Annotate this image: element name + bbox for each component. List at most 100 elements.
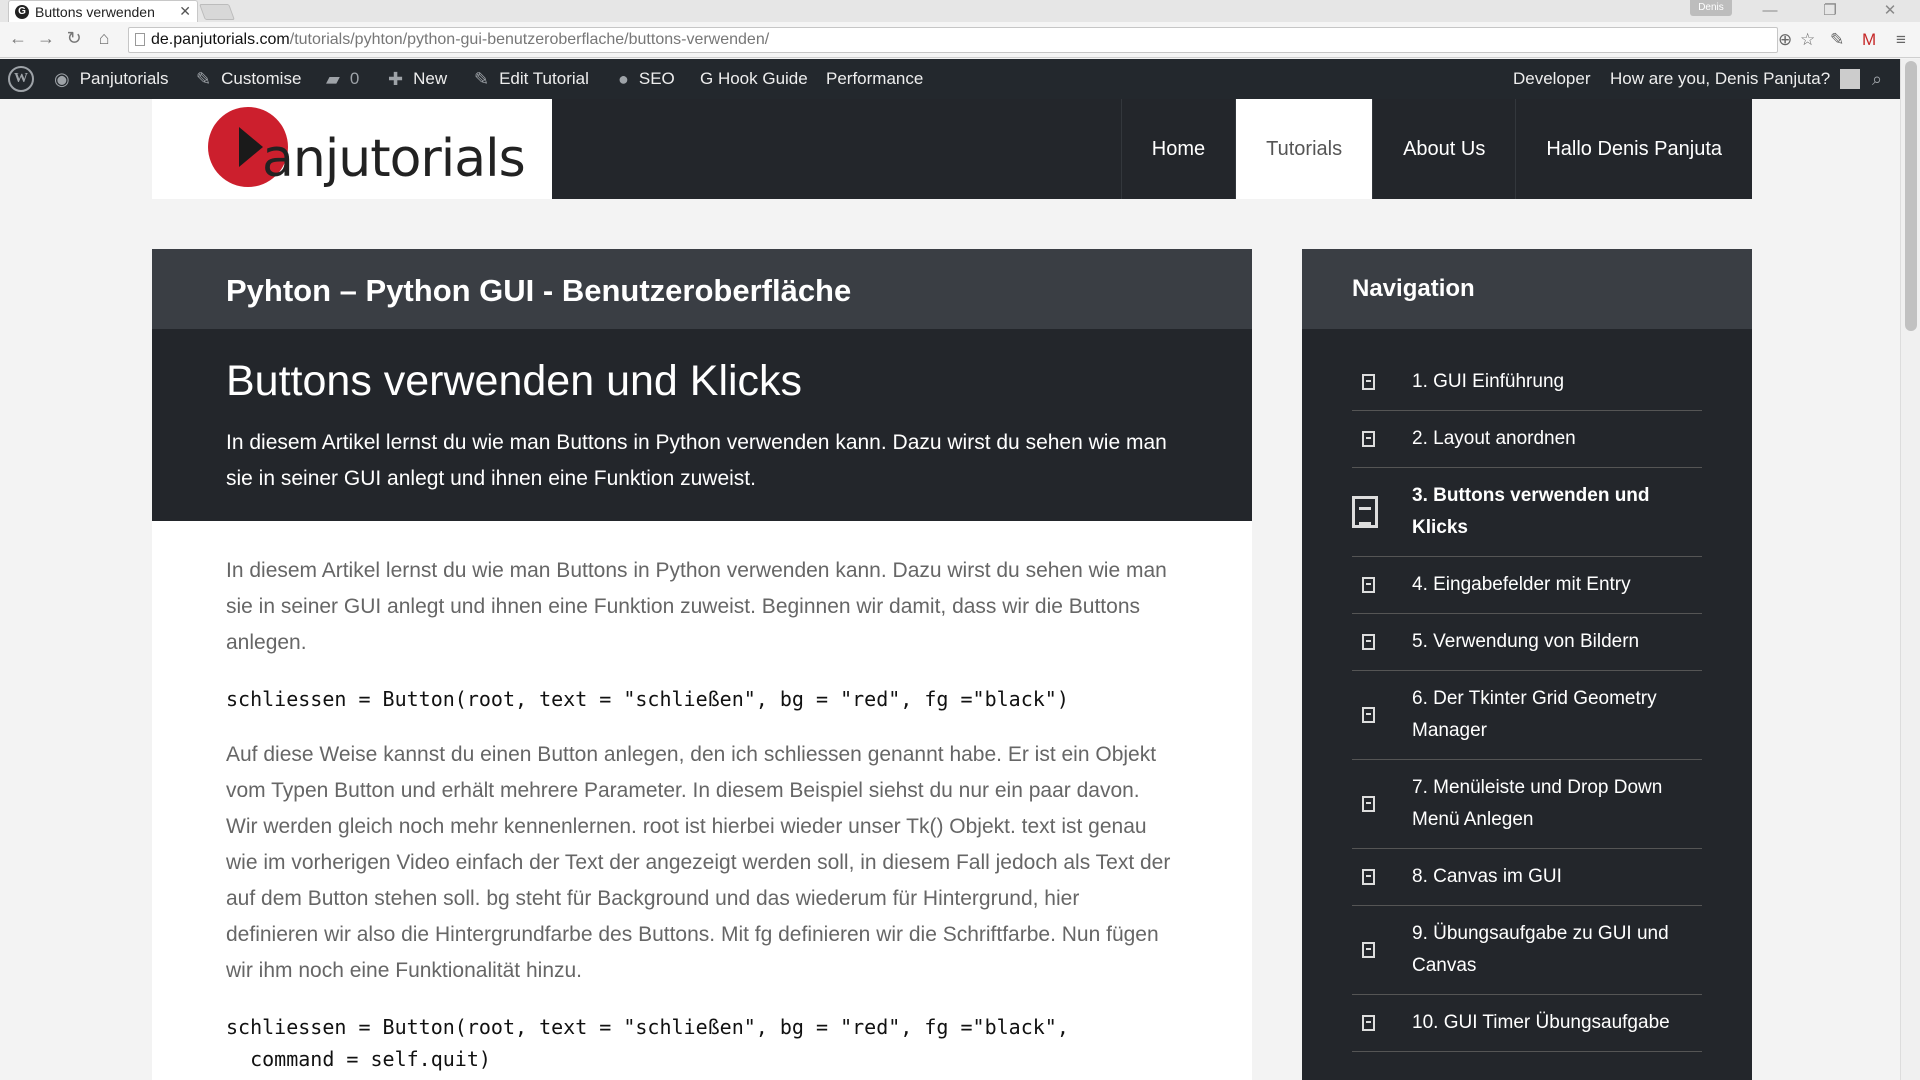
lesson-item[interactable]: 5. Verwendung von Bildern xyxy=(1352,614,1702,671)
nav-home[interactable]: Home xyxy=(1120,99,1235,199)
document-icon xyxy=(1352,496,1378,528)
lesson-label: 3. Buttons verwenden und Klicks xyxy=(1412,485,1650,538)
sidebar-header: Navigation xyxy=(1302,249,1752,329)
wp-admin-bar: W ◉ Panjutorials ✎ Customise ▰ 0 ✚ New ✎ Edit… xyxy=(0,59,1920,99)
lesson-item[interactable]: 7. Menüleiste und Drop Down Menü Anlegen xyxy=(1352,760,1702,849)
document-icon xyxy=(1362,634,1375,650)
lesson-item[interactable]: 6. Der Tkinter Grid Geometry Manager xyxy=(1352,671,1702,760)
gmail-icon[interactable]: M xyxy=(1862,30,1876,50)
forward-icon[interactable]: → xyxy=(34,28,58,49)
site-name-link[interactable]: ◉ Panjutorials xyxy=(54,59,169,99)
edit-tutorial-link[interactable]: ✎ Edit Tutorial xyxy=(474,59,589,99)
profile-chip[interactable]: Denis xyxy=(1690,0,1732,16)
seo-link[interactable]: ● SEO xyxy=(618,59,675,99)
extension-icon[interactable]: ✎ xyxy=(1830,30,1844,50)
comment-icon: ▰ xyxy=(326,68,340,89)
site-header: anjutorials Home Tutorials About Us Hall… xyxy=(152,99,1752,199)
new-content-link[interactable]: ✚ New xyxy=(388,59,447,99)
bookmark-star-icon[interactable]: ☆ xyxy=(1800,30,1815,50)
new-label: New xyxy=(413,69,448,88)
page-icon xyxy=(135,33,145,46)
page: anjutorials Home Tutorials About Us Hall… xyxy=(0,99,1900,1080)
nav-about-us[interactable]: About Us xyxy=(1372,99,1515,199)
document-icon xyxy=(1362,431,1375,447)
logo-text: anjutorials xyxy=(262,129,526,189)
reload-icon[interactable]: ↻ xyxy=(62,28,86,49)
performance-label: Performance xyxy=(826,69,924,88)
article-lead: In diesem Artikel lernst du wie man Butt… xyxy=(226,431,1167,490)
paragraph-2: Auf diese Weise kannst du einen Button a… xyxy=(226,743,1171,982)
lesson-label: 8. Canvas im GUI xyxy=(1412,866,1562,887)
tab-title: Buttons verwenden xyxy=(35,3,155,20)
code-block-1: schliessen = Button(root, text = "schlie… xyxy=(226,687,1069,711)
menu-icon[interactable]: ≡ xyxy=(1896,30,1906,50)
document-icon xyxy=(1362,374,1375,390)
article-hero: Buttons verwenden und Klicks In diesem A… xyxy=(152,329,1252,521)
nav-tutorials[interactable]: Tutorials xyxy=(1235,99,1373,199)
comments-count: 0 xyxy=(349,69,360,88)
lesson-item[interactable]: 2. Layout anordnen xyxy=(1352,411,1702,468)
new-tab-button[interactable] xyxy=(199,4,235,20)
avatar xyxy=(1840,69,1861,89)
home-icon[interactable]: ⌂ xyxy=(92,28,116,49)
greeting-label: How are you, Denis Panjuta? xyxy=(1610,69,1831,88)
hook-guide-link[interactable]: G Hook Guide xyxy=(700,59,808,99)
url-path: /tutorials/pyhton/python-gui-benutzerobe… xyxy=(289,31,770,48)
browser-tab[interactable]: G Buttons verwenden ✕ xyxy=(8,0,198,22)
dashboard-icon: ◉ xyxy=(54,68,70,89)
lesson-item[interactable]: 4. Eingabefelder mit Entry xyxy=(1352,557,1702,614)
nav-user[interactable]: Hallo Denis Panjuta xyxy=(1515,99,1752,199)
developer-label: Developer xyxy=(1513,69,1591,88)
wp-logo-button[interactable]: W xyxy=(8,59,34,99)
main-nav: Home Tutorials About Us Hallo Denis Panj… xyxy=(1120,99,1752,199)
paragraph-1: In diesem Artikel lernst du wie man Butt… xyxy=(226,559,1167,654)
account-link[interactable]: How are you, Denis Panjuta? xyxy=(1610,59,1861,99)
course-header: Pyhton – Python GUI - Benutzeroberfläche xyxy=(152,249,1252,329)
sidebar-navigation: Navigation 1. GUI Einführung 2. Layout a… xyxy=(1302,249,1752,1080)
lesson-item[interactable]: 9. Übungsaufgabe zu GUI und Canvas xyxy=(1352,906,1702,995)
document-icon xyxy=(1362,796,1375,812)
performance-link[interactable]: Performance xyxy=(826,59,923,99)
lesson-label: 6. Der Tkinter Grid Geometry Manager xyxy=(1412,688,1657,741)
lesson-label: 9. Übungsaufgabe zu GUI und Canvas xyxy=(1412,923,1669,976)
pencil-icon: ✎ xyxy=(474,68,490,89)
page-scrollbar[interactable] xyxy=(1900,59,1920,1080)
seo-label: SEO xyxy=(638,69,675,88)
scrollbar-thumb[interactable] xyxy=(1905,61,1917,331)
comments-link[interactable]: ▰ 0 xyxy=(326,59,359,99)
article-body: In diesem Artikel lernst du wie man Butt… xyxy=(226,553,1176,1080)
lesson-item-active[interactable]: 3. Buttons verwenden und Klicks xyxy=(1352,468,1702,557)
site-logo[interactable]: anjutorials xyxy=(152,99,552,199)
seo-status-icon: ● xyxy=(618,68,629,89)
developer-link[interactable]: Developer xyxy=(1513,59,1591,99)
zoom-icon[interactable]: ⊕ xyxy=(1778,30,1792,50)
edit-label: Edit Tutorial xyxy=(499,69,589,88)
document-icon xyxy=(1362,1015,1375,1031)
customise-link[interactable]: ✎ Customise xyxy=(196,59,301,99)
browser-toolbar: ← → ↻ ⌂ de.panjutorials.com/tutorials/py… xyxy=(0,22,1920,58)
lesson-item[interactable]: 10. GUI Timer Übungsaufgabe xyxy=(1352,995,1702,1052)
play-icon xyxy=(239,127,263,167)
lesson-label: 2. Layout anordnen xyxy=(1412,428,1576,449)
favicon-icon: G xyxy=(15,4,29,19)
address-bar[interactable]: de.panjutorials.com/tutorials/pyhton/pyt… xyxy=(128,27,1778,53)
hook-guide-label: G Hook Guide xyxy=(700,69,808,88)
minimize-icon[interactable]: — xyxy=(1740,0,1800,22)
course-title[interactable]: Pyhton – Python GUI - Benutzeroberfläche xyxy=(226,273,851,309)
close-window-icon[interactable]: ✕ xyxy=(1860,0,1920,22)
restore-icon[interactable]: ❐ xyxy=(1800,0,1860,22)
back-icon[interactable]: ← xyxy=(6,28,30,49)
lesson-label: 4. Eingabefelder mit Entry xyxy=(1412,574,1631,595)
admin-search-icon[interactable]: ⌕ xyxy=(1872,59,1882,99)
tab-close-icon[interactable]: ✕ xyxy=(179,3,191,20)
lesson-list: 1. GUI Einführung 2. Layout anordnen 3. … xyxy=(1352,354,1702,1052)
plus-icon: ✚ xyxy=(388,68,404,89)
site-name-label: Panjutorials xyxy=(79,69,169,88)
lesson-item[interactable]: 1. GUI Einführung xyxy=(1352,354,1702,411)
url-domain: de.panjutorials.com xyxy=(151,31,290,48)
wordpress-icon: W xyxy=(8,66,34,92)
browser-tabstrip: G Buttons verwenden ✕ Denis — ❐ ✕ xyxy=(0,0,1920,22)
lesson-item[interactable]: 8. Canvas im GUI xyxy=(1352,849,1702,906)
brush-icon: ✎ xyxy=(196,68,212,89)
lesson-label: 1. GUI Einführung xyxy=(1412,371,1565,392)
